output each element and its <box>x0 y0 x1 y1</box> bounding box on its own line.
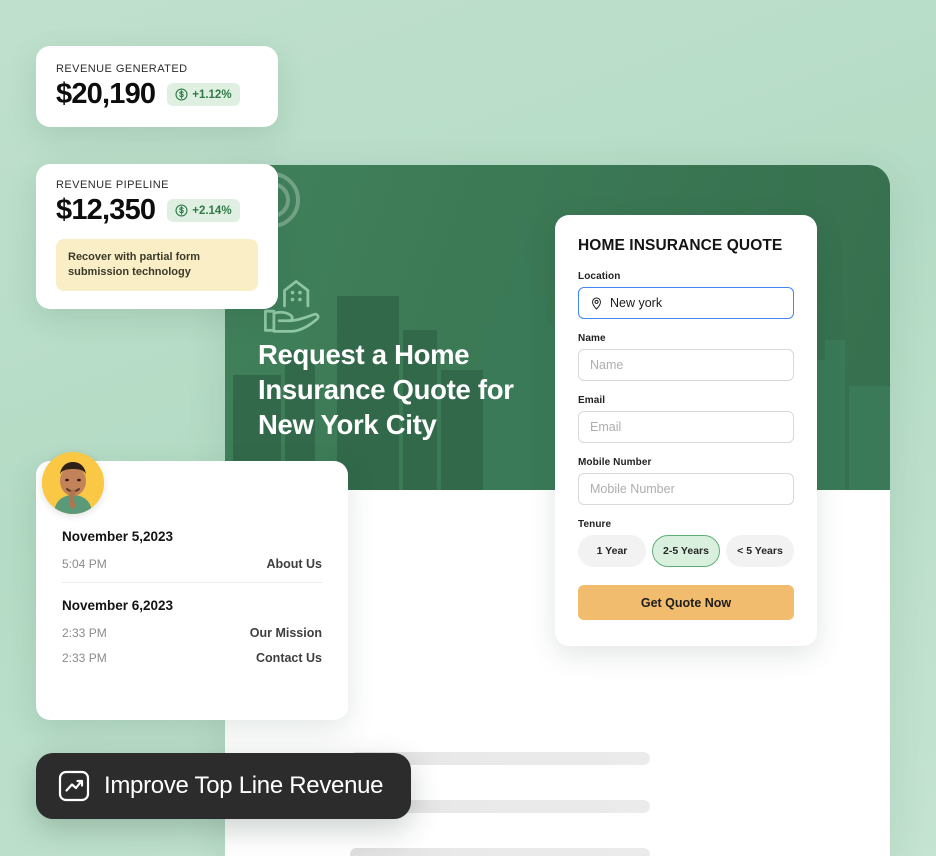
activity-date-2: November 6,2023 <box>62 598 174 613</box>
activity-date-1: November 5,2023 <box>62 529 174 544</box>
tenure-option-under5years[interactable]: < 5 Years <box>726 535 794 567</box>
dollar-circle-icon <box>175 204 188 217</box>
revenue-generated-label: REVENUE GENERATED <box>56 63 188 75</box>
quote-form-title: HOME INSURANCE QUOTE <box>578 237 783 254</box>
screenshot-canvas: Request a Home Insurance Quote for New Y… <box>0 0 936 856</box>
activity-row[interactable]: 2:33 PM Our Mission <box>62 626 322 640</box>
activity-page: About Us <box>266 557 322 571</box>
name-label: Name <box>578 333 606 344</box>
mobile-placeholder: Mobile Number <box>590 482 675 496</box>
name-placeholder: Name <box>590 358 624 372</box>
tenure-options: 1 Year 2-5 Years < 5 Years <box>578 535 794 567</box>
revenue-generated-row: $20,190 +1.12% <box>56 80 258 109</box>
revenue-pipeline-card: REVENUE PIPELINE $12,350 +2.14% Recover … <box>36 164 278 309</box>
revenue-pipeline-row: $12,350 +2.14% <box>56 196 258 225</box>
activity-time: 2:33 PM <box>62 626 107 640</box>
name-input[interactable]: Name <box>578 349 794 381</box>
revenue-generated-delta-badge: +1.12% <box>167 83 240 106</box>
trending-up-square-icon <box>58 770 90 802</box>
revenue-pipeline-label: REVENUE PIPELINE <box>56 179 169 191</box>
activity-time: 5:04 PM <box>62 557 107 571</box>
skeleton-bar <box>350 848 650 856</box>
tenure-option-2-5years[interactable]: 2-5 Years <box>652 535 720 567</box>
location-input[interactable]: New york <box>578 287 794 319</box>
hero-heading: Request a Home Insurance Quote for New Y… <box>258 339 514 440</box>
improve-revenue-banner[interactable]: Improve Top Line Revenue <box>36 753 412 819</box>
email-input[interactable]: Email <box>578 411 794 443</box>
revenue-pipeline-delta-badge: +2.14% <box>167 199 240 222</box>
avatar <box>42 452 104 514</box>
revenue-generated-delta: +1.12% <box>192 88 232 101</box>
dollar-circle-icon <box>175 88 188 101</box>
location-label: Location <box>578 271 621 282</box>
email-label: Email <box>578 395 606 406</box>
tenure-label: Tenure <box>578 519 612 530</box>
tenure-option-1year[interactable]: 1 Year <box>578 535 646 567</box>
revenue-generated-card: REVENUE GENERATED $20,190 +1.12% <box>36 46 278 127</box>
activity-divider <box>62 582 322 583</box>
activity-page: Our Mission <box>249 626 322 640</box>
email-placeholder: Email <box>590 420 622 434</box>
location-value: New york <box>610 296 663 310</box>
banner-label: Improve Top Line Revenue <box>104 772 384 799</box>
mobile-label: Mobile Number <box>578 457 652 468</box>
activity-row[interactable]: 5:04 PM About Us <box>62 557 322 571</box>
get-quote-now-button[interactable]: Get Quote Now <box>578 585 794 620</box>
map-pin-icon <box>592 296 601 310</box>
home-insurance-quote-form: HOME INSURANCE QUOTE Location New york N… <box>555 215 817 646</box>
revenue-pipeline-delta: +2.14% <box>192 204 232 217</box>
revenue-generated-value: $20,190 <box>56 78 156 110</box>
activity-row[interactable]: 2:33 PM Contact Us <box>62 651 322 665</box>
avatar-illustration <box>42 452 104 514</box>
mobile-input[interactable]: Mobile Number <box>578 473 794 505</box>
partial-form-callout: Recover with partial form submission tec… <box>56 239 258 291</box>
activity-page: Contact Us <box>256 651 322 665</box>
revenue-pipeline-value: $12,350 <box>56 194 156 226</box>
activity-time: 2:33 PM <box>62 651 107 665</box>
